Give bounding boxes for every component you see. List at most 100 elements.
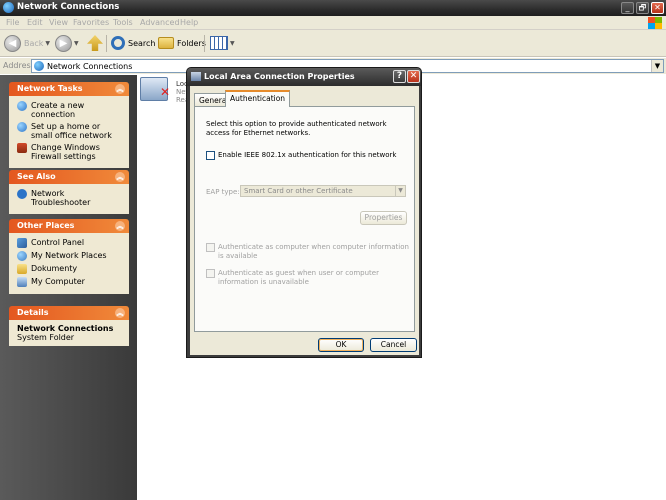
other-places-title: Other Places <box>17 221 75 230</box>
enable-8021x-option[interactable]: Enable IEEE 802.1x authentication for th… <box>206 151 396 160</box>
menu-advanced[interactable]: Advanced <box>140 18 180 27</box>
authentication-description: Select this option to provide authentica… <box>206 120 387 137</box>
views-dropdown-icon[interactable]: ▼ <box>230 40 235 47</box>
toolbar: ◀ Back ▼ ▶ ▼ Search Folders ▼ <box>0 30 666 57</box>
dialog-body: General Authentication Select this optio… <box>190 86 419 355</box>
folders-button[interactable]: Folders <box>158 34 206 52</box>
collapse-chevron-icon[interactable]: ︽ <box>115 172 125 182</box>
address-dropdown-button[interactable]: ▼ <box>651 60 663 72</box>
enable-8021x-label: Enable IEEE 802.1x authentication for th… <box>218 151 397 159</box>
restore-button[interactable]: 🗗 <box>636 2 649 14</box>
help-icon <box>17 189 27 199</box>
collapse-chevron-icon[interactable]: ︽ <box>115 308 125 318</box>
forward-button[interactable]: ▶ ▼ <box>55 34 79 52</box>
network-places-icon <box>17 251 27 261</box>
my-network-places-link[interactable]: My Network Places <box>17 251 123 261</box>
network-tasks-panel: Network Tasks ︽ Create a new connection … <box>9 82 129 168</box>
tab-authentication[interactable]: Authentication <box>225 90 291 107</box>
link-label: Network Troubleshooter <box>31 189 91 207</box>
properties-dialog: Local Area Connection Properties ? ✕ Gen… <box>186 67 422 358</box>
collapse-chevron-icon[interactable]: ︽ <box>115 84 125 94</box>
eap-type-select: Smart Card or other Certificate ▼ <box>240 185 406 197</box>
other-places-header[interactable]: Other Places ︽ <box>9 219 129 233</box>
search-label: Search <box>128 38 156 48</box>
search-button[interactable]: Search <box>111 34 155 52</box>
see-also-title: See Also <box>17 172 56 181</box>
link-label: My Computer <box>31 277 85 286</box>
new-connection-icon <box>17 101 27 111</box>
dialog-help-button[interactable]: ? <box>393 70 406 83</box>
back-arrow-icon: ◀ <box>4 34 21 52</box>
ok-button[interactable]: OK <box>318 338 364 352</box>
close-button[interactable]: ✕ <box>651 2 664 14</box>
link-label: Change Windows Firewall settings <box>31 143 100 161</box>
my-computer-link[interactable]: My Computer <box>17 277 123 287</box>
details-panel: Details ︽ Network Connections System Fol… <box>9 306 129 346</box>
dialog-title: Local Area Connection Properties <box>204 72 355 81</box>
up-button[interactable] <box>87 34 103 52</box>
home-network-link[interactable]: Set up a home or small office network <box>17 122 123 140</box>
back-button[interactable]: ◀ Back ▼ <box>4 34 50 52</box>
auth-guest-label: Authenticate as guest when user or compu… <box>218 269 379 286</box>
auth-computer-option: Authenticate as computer when computer i… <box>206 243 411 261</box>
menu-tools[interactable]: Tools <box>113 18 133 27</box>
network-adapter-icon <box>191 72 201 81</box>
forward-arrow-icon: ▶ <box>55 34 72 52</box>
search-icon <box>111 36 125 50</box>
link-label: My Network Places <box>31 251 107 260</box>
link-label: Control Panel <box>31 238 85 247</box>
task-pane: Network Tasks ︽ Create a new connection … <box>0 75 137 500</box>
auth-computer-label: Authenticate as computer when computer i… <box>218 243 409 260</box>
eap-type-value: Smart Card or other Certificate <box>244 187 353 195</box>
menu-favorites[interactable]: Favorites <box>73 18 109 27</box>
link-label: Create a new connection <box>31 101 85 119</box>
up-folder-icon <box>87 35 103 51</box>
documents-link[interactable]: Dokumenty <box>17 264 123 274</box>
menu-view[interactable]: View <box>49 18 68 27</box>
disconnected-x-icon: ✕ <box>160 85 171 99</box>
network-troubleshooter-link[interactable]: Network Troubleshooter <box>17 189 123 207</box>
home-network-icon <box>17 122 27 132</box>
chevron-down-icon: ▼ <box>395 186 405 196</box>
network-tasks-header[interactable]: Network Tasks ︽ <box>9 82 129 96</box>
address-value: Network Connections <box>47 62 133 71</box>
local-area-connection-item[interactable]: ✕ Loc Net Rea <box>140 77 189 107</box>
dialog-close-button[interactable]: ✕ <box>407 70 420 83</box>
menu-help[interactable]: Help <box>180 18 198 27</box>
documents-folder-icon <box>17 264 27 274</box>
create-connection-link[interactable]: Create a new connection <box>17 101 123 119</box>
auth-guest-option: Authenticate as guest when user or compu… <box>206 269 406 287</box>
toolbar-separator <box>106 35 107 52</box>
control-panel-icon <box>17 238 27 248</box>
minimize-button[interactable]: _ <box>621 2 634 14</box>
cancel-button[interactable]: Cancel <box>370 338 417 352</box>
folders-label: Folders <box>177 38 206 48</box>
network-tasks-title: Network Tasks <box>17 84 83 93</box>
menu-file[interactable]: File <box>6 18 19 27</box>
details-title: Details <box>17 308 49 317</box>
see-also-header[interactable]: See Also ︽ <box>9 170 129 184</box>
back-dropdown-icon[interactable]: ▼ <box>45 40 50 47</box>
network-connections-icon <box>3 2 14 13</box>
firewall-settings-link[interactable]: Change Windows Firewall settings <box>17 143 123 161</box>
window-title: Network Connections <box>17 2 120 12</box>
back-label: Back <box>24 38 44 48</box>
link-label: Dokumenty <box>31 264 78 273</box>
windows-logo-icon <box>648 17 662 29</box>
link-label: Set up a home or small office network <box>31 122 112 140</box>
menu-bar: File Edit View Favorites Tools Advanced … <box>0 16 666 30</box>
control-panel-link[interactable]: Control Panel <box>17 238 123 248</box>
details-header[interactable]: Details ︽ <box>9 306 129 320</box>
views-button[interactable]: ▼ <box>210 34 235 52</box>
auth-guest-checkbox <box>206 269 215 278</box>
firewall-icon <box>17 143 27 153</box>
forward-dropdown-icon[interactable]: ▼ <box>74 40 79 47</box>
authentication-panel: Select this option to provide authentica… <box>194 106 415 332</box>
details-name: Network Connections <box>17 324 114 333</box>
enable-8021x-checkbox[interactable] <box>206 151 215 160</box>
views-icon <box>210 36 228 50</box>
collapse-chevron-icon[interactable]: ︽ <box>115 221 125 231</box>
eap-type-label: EAP type: <box>206 188 240 196</box>
menu-edit[interactable]: Edit <box>27 18 43 27</box>
auth-computer-checkbox <box>206 243 215 252</box>
